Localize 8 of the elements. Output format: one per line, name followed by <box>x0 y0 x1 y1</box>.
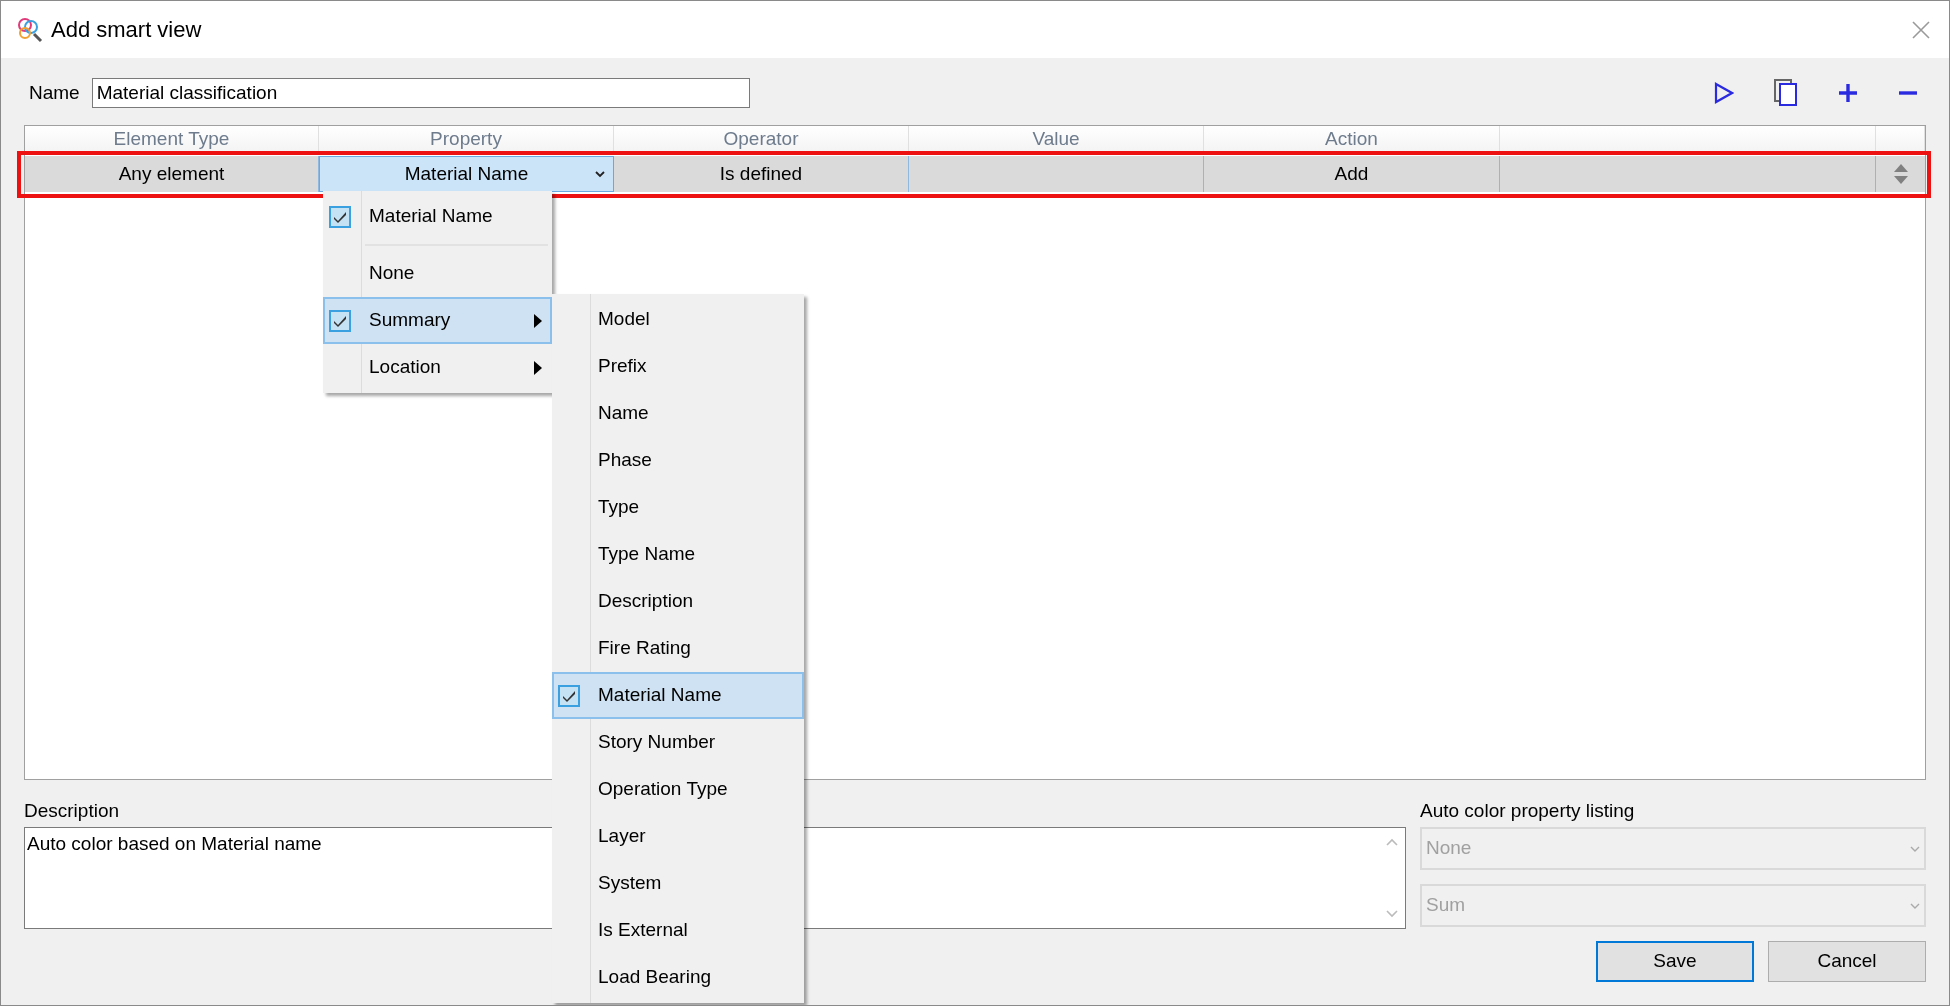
table-cell-text: Any element <box>118 161 225 186</box>
window-title: Add smart view <box>51 16 202 44</box>
auto-color-label: Auto color property listing <box>1420 799 1636 821</box>
table-cell-text: Is defined <box>719 161 803 186</box>
table-cell-text: Add <box>1334 161 1369 186</box>
description-label: Description <box>24 799 121 821</box>
description-text: Auto color based on Material name <box>27 833 322 854</box>
name-label: Name <box>29 80 80 105</box>
